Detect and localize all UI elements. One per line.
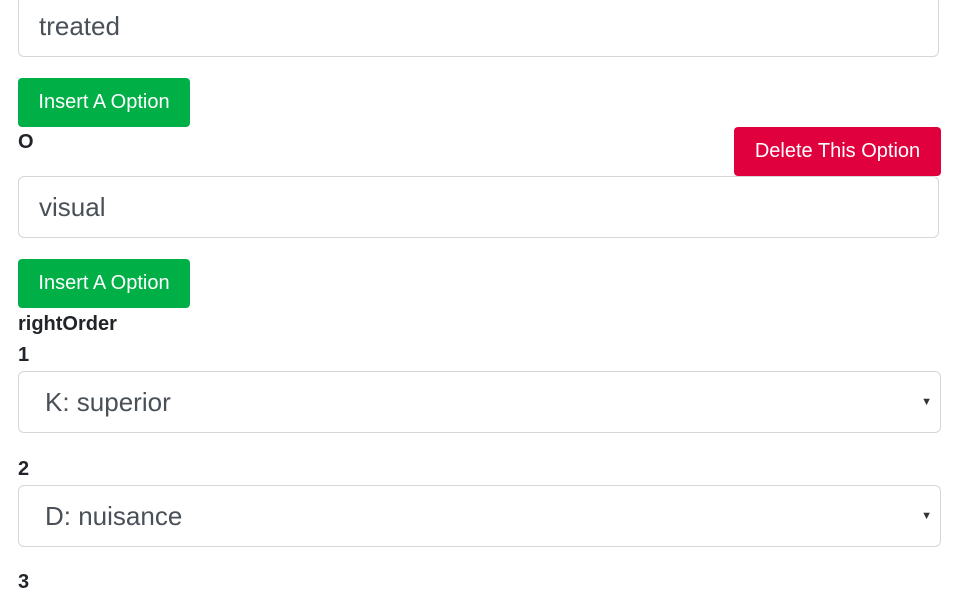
delete-option-button[interactable]: Delete This Option (734, 127, 941, 176)
option-letter-label: O (18, 131, 34, 153)
order-number-label-3: 3 (18, 571, 30, 593)
insert-option-button-2[interactable]: Insert A Option (18, 259, 190, 308)
option-editor: Insert A Option O Delete This Option Ins… (0, 0, 958, 593)
right-order-heading: rightOrder (18, 313, 117, 335)
caret-down-icon: ▼ (921, 396, 932, 408)
order-select-2[interactable]: D: nuisance ▼ (18, 485, 941, 547)
option-text-input-2[interactable] (18, 176, 939, 238)
option-text-input-1[interactable] (18, 0, 939, 57)
order-select-1-value: K: superior (45, 387, 171, 417)
order-number-label-2: 2 (18, 458, 30, 480)
order-select-2-value: D: nuisance (45, 501, 183, 531)
insert-option-button-1[interactable]: Insert A Option (18, 78, 190, 127)
caret-down-icon: ▼ (921, 510, 932, 522)
order-number-label-1: 1 (18, 344, 30, 366)
order-select-1[interactable]: K: superior ▼ (18, 371, 941, 433)
